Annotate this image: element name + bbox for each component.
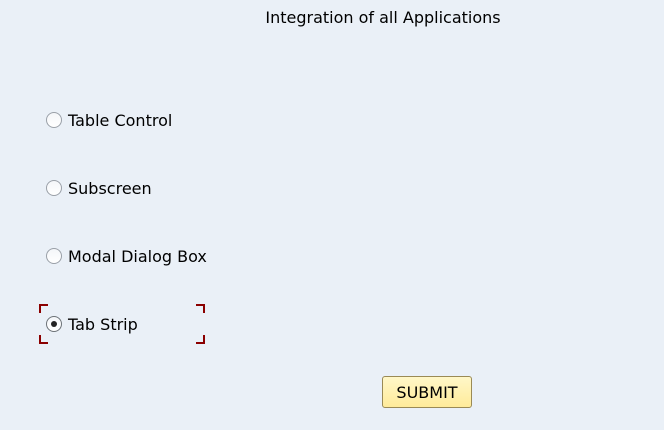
radio-dot-icon: [51, 321, 57, 327]
radio-button-icon[interactable]: [46, 248, 62, 264]
focus-corner: [196, 304, 205, 313]
radio-label-modal-dialog-box: Modal Dialog Box: [68, 246, 207, 266]
radio-label-subscreen: Subscreen: [68, 178, 152, 198]
focus-corner: [39, 335, 48, 344]
submit-button[interactable]: SUBMIT: [382, 376, 472, 408]
radio-option-tab-strip[interactable]: Tab Strip: [46, 313, 138, 335]
radio-label-tab-strip: Tab Strip: [68, 314, 138, 334]
radio-option-table-control[interactable]: Table Control: [46, 109, 172, 131]
focus-corner: [39, 304, 48, 313]
radio-option-subscreen[interactable]: Subscreen: [46, 177, 152, 199]
radio-button-icon[interactable]: [46, 180, 62, 196]
page-title: Integration of all Applications: [265, 8, 501, 27]
radio-option-modal-dialog-box[interactable]: Modal Dialog Box: [46, 245, 207, 267]
radio-button-selected-icon[interactable]: [46, 316, 62, 332]
focus-corner: [196, 335, 205, 344]
radio-label-table-control: Table Control: [68, 110, 173, 130]
radio-button-icon[interactable]: [46, 112, 62, 128]
